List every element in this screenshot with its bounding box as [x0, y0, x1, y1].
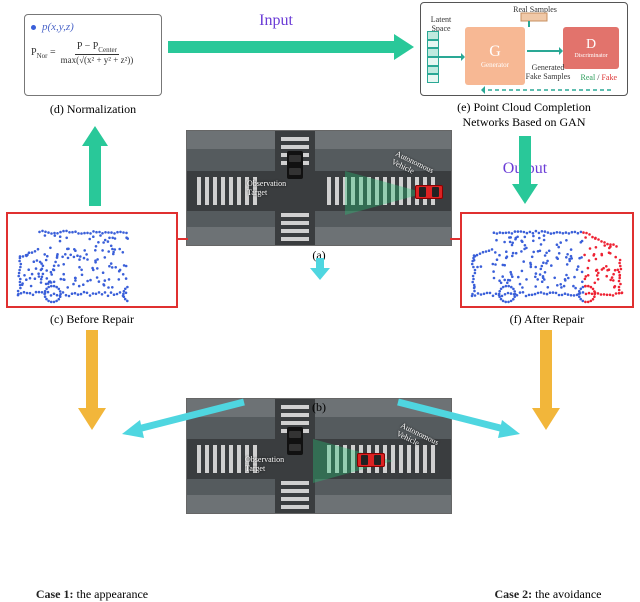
- av-car-icon: [415, 185, 443, 199]
- gan-arrow-dash: [481, 85, 611, 95]
- target-car-icon-b: [287, 427, 303, 455]
- before-point-cloud: [10, 216, 174, 304]
- gan-fake-text: Fake: [601, 73, 617, 82]
- arrow-e-to-f: [512, 136, 538, 204]
- after-point-cloud: [464, 216, 630, 304]
- before-caption: (c) Before Repair: [6, 312, 178, 327]
- red-connector-left: [176, 238, 188, 240]
- gan-caption: (e) Point Cloud Completion Networks Base…: [420, 100, 628, 130]
- arrow-f-to-case2: [532, 330, 560, 430]
- gan-box: Latent Space G Generator Real Samples D …: [420, 2, 628, 96]
- formula-main: PNor = P − PCenter max(√(x² + y² + z²)): [31, 41, 155, 65]
- gan-arrow-3: [527, 47, 563, 55]
- case1-text: the appearanceof collision: [65, 587, 148, 602]
- obs-label-a: Observation Target: [247, 179, 286, 197]
- input-label: Input: [236, 12, 316, 30]
- arrow-c-to-d: [82, 126, 108, 206]
- gan-real-text: Real: [581, 73, 596, 82]
- gan-gen-label: Generated Fake Samples: [525, 63, 571, 81]
- target-car-icon: [287, 151, 303, 179]
- av-car-icon-b: [357, 453, 385, 467]
- gan-arrow-1: [439, 53, 465, 61]
- gan-generator: G Generator: [465, 27, 525, 85]
- arrow-b-to-case2: [392, 398, 522, 438]
- obs-label-b: Observation Target: [245, 455, 284, 473]
- gan-arrow-2: [525, 21, 533, 31]
- formula-p-label: p(x,y,z): [42, 21, 74, 33]
- case1-caption: Case 1: the appearanceof collision: [4, 572, 180, 602]
- normalization-box: p(x,y,z) PNor = P − PCenter max(√(x² + y…: [24, 14, 162, 96]
- lidar-fan-icon: [345, 171, 425, 215]
- case2-text: the avoidanceof collision: [521, 587, 602, 602]
- gan-discriminator: D Discriminator: [563, 27, 619, 69]
- figure-canvas: p(x,y,z) PNor = P − PCenter max(√(x² + y…: [0, 0, 640, 602]
- normalization-caption: (d) Normalization: [24, 102, 162, 117]
- arrow-a-to-b: [310, 258, 330, 280]
- red-connector-right: [450, 238, 462, 240]
- point-dot-icon: [31, 25, 36, 30]
- arrow-c-to-case1: [78, 330, 106, 430]
- arrow-input: [168, 34, 414, 60]
- arrow-b-to-case1: [120, 398, 250, 438]
- gan-latent-vector-icon: [427, 31, 439, 83]
- after-caption: (f) After Repair: [460, 312, 634, 327]
- scene-a: Observation Target Autonomous Vehicle: [186, 130, 452, 246]
- case2-caption: Case 2: the avoidanceof collision: [460, 572, 636, 602]
